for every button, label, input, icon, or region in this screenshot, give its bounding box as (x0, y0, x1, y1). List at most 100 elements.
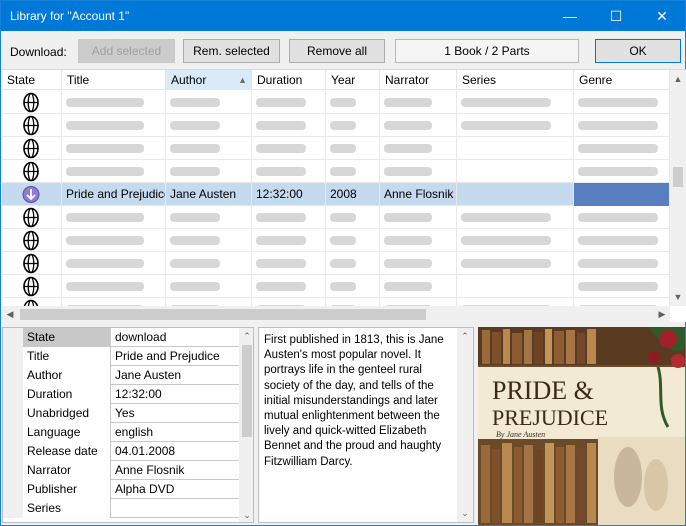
table-row[interactable] (2, 206, 670, 229)
obscured-text (461, 236, 551, 245)
grid-vertical-scroll-thumb[interactable] (673, 167, 683, 187)
globe-icon (23, 92, 39, 113)
table-row[interactable] (2, 91, 670, 114)
ok-button[interactable]: OK (595, 39, 681, 63)
cell-title-obscured (62, 229, 166, 252)
table-row[interactable] (2, 137, 670, 160)
scroll-left-icon[interactable]: ◀ (2, 309, 18, 320)
scroll-down-icon[interactable]: ⌄ (239, 510, 253, 521)
property-value: Pride and Prejudice (115, 349, 220, 363)
cell-genre-obscured (574, 91, 670, 114)
remove-all-button[interactable]: Remove all (289, 39, 385, 63)
minimize-icon[interactable]: — (547, 1, 593, 31)
cell-genre-obscured (574, 275, 670, 298)
table-row[interactable] (2, 229, 670, 252)
grid-vertical-scrollbar[interactable]: ▲ ▼ (670, 70, 686, 306)
column-header-duration[interactable]: Duration (252, 70, 326, 90)
cell-year-obscured (326, 160, 380, 183)
obscured-text (256, 98, 306, 107)
scroll-up-icon[interactable]: ⌃ (457, 331, 473, 342)
column-header-narrator[interactable]: Narrator (380, 70, 457, 90)
property-row[interactable]: Author Jane Austen (3, 366, 239, 385)
obscured-text (256, 144, 306, 153)
cell-duration-obscured (252, 206, 326, 229)
book-grid[interactable]: State Title Author ▲ Duration Year Narra… (2, 69, 686, 322)
property-row[interactable]: Duration 12:32:00 (3, 385, 239, 404)
cover-title-line2: PREJUDICE (492, 405, 608, 430)
property-row[interactable]: Narrator Anne Flosnik (3, 461, 239, 480)
scroll-down-icon[interactable]: ⌄ (457, 508, 473, 519)
globe-icon (23, 115, 39, 136)
column-header-genre[interactable]: Genre (574, 70, 670, 90)
property-row[interactable]: Publisher Alpha DVD (3, 480, 239, 499)
remove-selected-button[interactable]: Rem. selected (183, 39, 280, 63)
property-value: 12:32:00 (115, 387, 162, 401)
cell-title-obscured (62, 206, 166, 229)
properties-scroll-thumb[interactable] (242, 345, 252, 437)
obscured-text (66, 259, 144, 268)
add-selected-button[interactable]: Add selected (78, 39, 175, 63)
property-key: Series (3, 499, 111, 518)
property-row[interactable]: Title Pride and Prejudice (3, 347, 239, 366)
obscured-text (330, 98, 356, 107)
column-header-year[interactable]: Year (326, 70, 380, 90)
property-row[interactable]: State download (3, 328, 239, 347)
description-scrollbar[interactable]: ⌃ ⌄ (457, 328, 473, 522)
property-key: Narrator (3, 461, 111, 480)
column-header-state[interactable]: State (2, 70, 62, 90)
obscured-text (578, 98, 658, 107)
scroll-up-icon[interactable]: ⌃ (239, 331, 253, 342)
cell-genre-obscured (574, 229, 670, 252)
cell-year: 2008 (326, 183, 380, 206)
obscured-text (384, 259, 432, 268)
table-row[interactable] (2, 275, 670, 298)
scroll-down-icon[interactable]: ▼ (670, 292, 686, 302)
property-row[interactable]: Series (3, 499, 239, 518)
obscured-text (578, 121, 658, 130)
scroll-up-icon[interactable]: ▲ (670, 74, 686, 84)
pane-splitter[interactable] (1, 322, 685, 326)
grid-header: State Title Author ▲ Duration Year Narra… (2, 70, 670, 90)
grid-horizontal-scroll-thumb[interactable] (20, 309, 426, 320)
column-header-title[interactable]: Title (62, 70, 166, 90)
close-icon[interactable]: ✕ (639, 1, 685, 31)
window-title: Library for "Account 1" (10, 9, 130, 23)
cell-narrator-obscured (380, 252, 457, 275)
maximize-icon[interactable]: ☐ (593, 1, 639, 31)
column-header-author-label: Author (171, 73, 207, 87)
property-row[interactable]: Unabridged Yes (3, 404, 239, 423)
obscured-text (384, 167, 432, 176)
state-globe-icon (2, 160, 62, 183)
scroll-right-icon[interactable]: ▶ (654, 309, 670, 320)
table-row[interactable] (2, 114, 670, 137)
property-value: Yes (115, 406, 135, 420)
obscured-text (578, 282, 658, 291)
cell-series-obscured (457, 229, 574, 252)
properties-panel[interactable]: State download Title Pride and Prejudice Aut… (2, 327, 254, 523)
table-row[interactable] (2, 252, 670, 275)
cell-narrator-obscured (380, 91, 457, 114)
description-panel[interactable]: First published in 1813, this is Jane Au… (258, 327, 474, 523)
property-row[interactable]: Language english (3, 423, 239, 442)
state-globe-icon (2, 137, 62, 160)
grid-horizontal-scrollbar[interactable]: ◀ ▶ (2, 306, 670, 322)
cell-author-obscured (166, 229, 252, 252)
table-row[interactable] (2, 160, 670, 183)
properties-scrollbar[interactable]: ⌃ ⌄ (239, 328, 253, 522)
obscured-text (384, 213, 432, 222)
column-header-series[interactable]: Series (457, 70, 574, 90)
property-row[interactable]: Release date 04.01.2008 (3, 442, 239, 461)
title-bar[interactable]: Library for "Account 1" — ☐ ✕ (1, 1, 685, 31)
cell-genre (574, 183, 670, 206)
table-row-selected[interactable]: Pride and Prejudice Jane Austen 12:32:00 20… (2, 183, 670, 206)
download-label: Download: (10, 45, 67, 59)
obscured-text (384, 121, 432, 130)
obscured-text (256, 259, 306, 268)
cell-title-obscured (62, 160, 166, 183)
column-header-author[interactable]: Author ▲ (166, 70, 252, 90)
cell-narrator-obscured (380, 229, 457, 252)
obscured-text (256, 282, 306, 291)
property-value: 04.01.2008 (115, 444, 176, 458)
cell-duration-obscured (252, 252, 326, 275)
cover-title-line1: PRIDE & (492, 376, 594, 405)
